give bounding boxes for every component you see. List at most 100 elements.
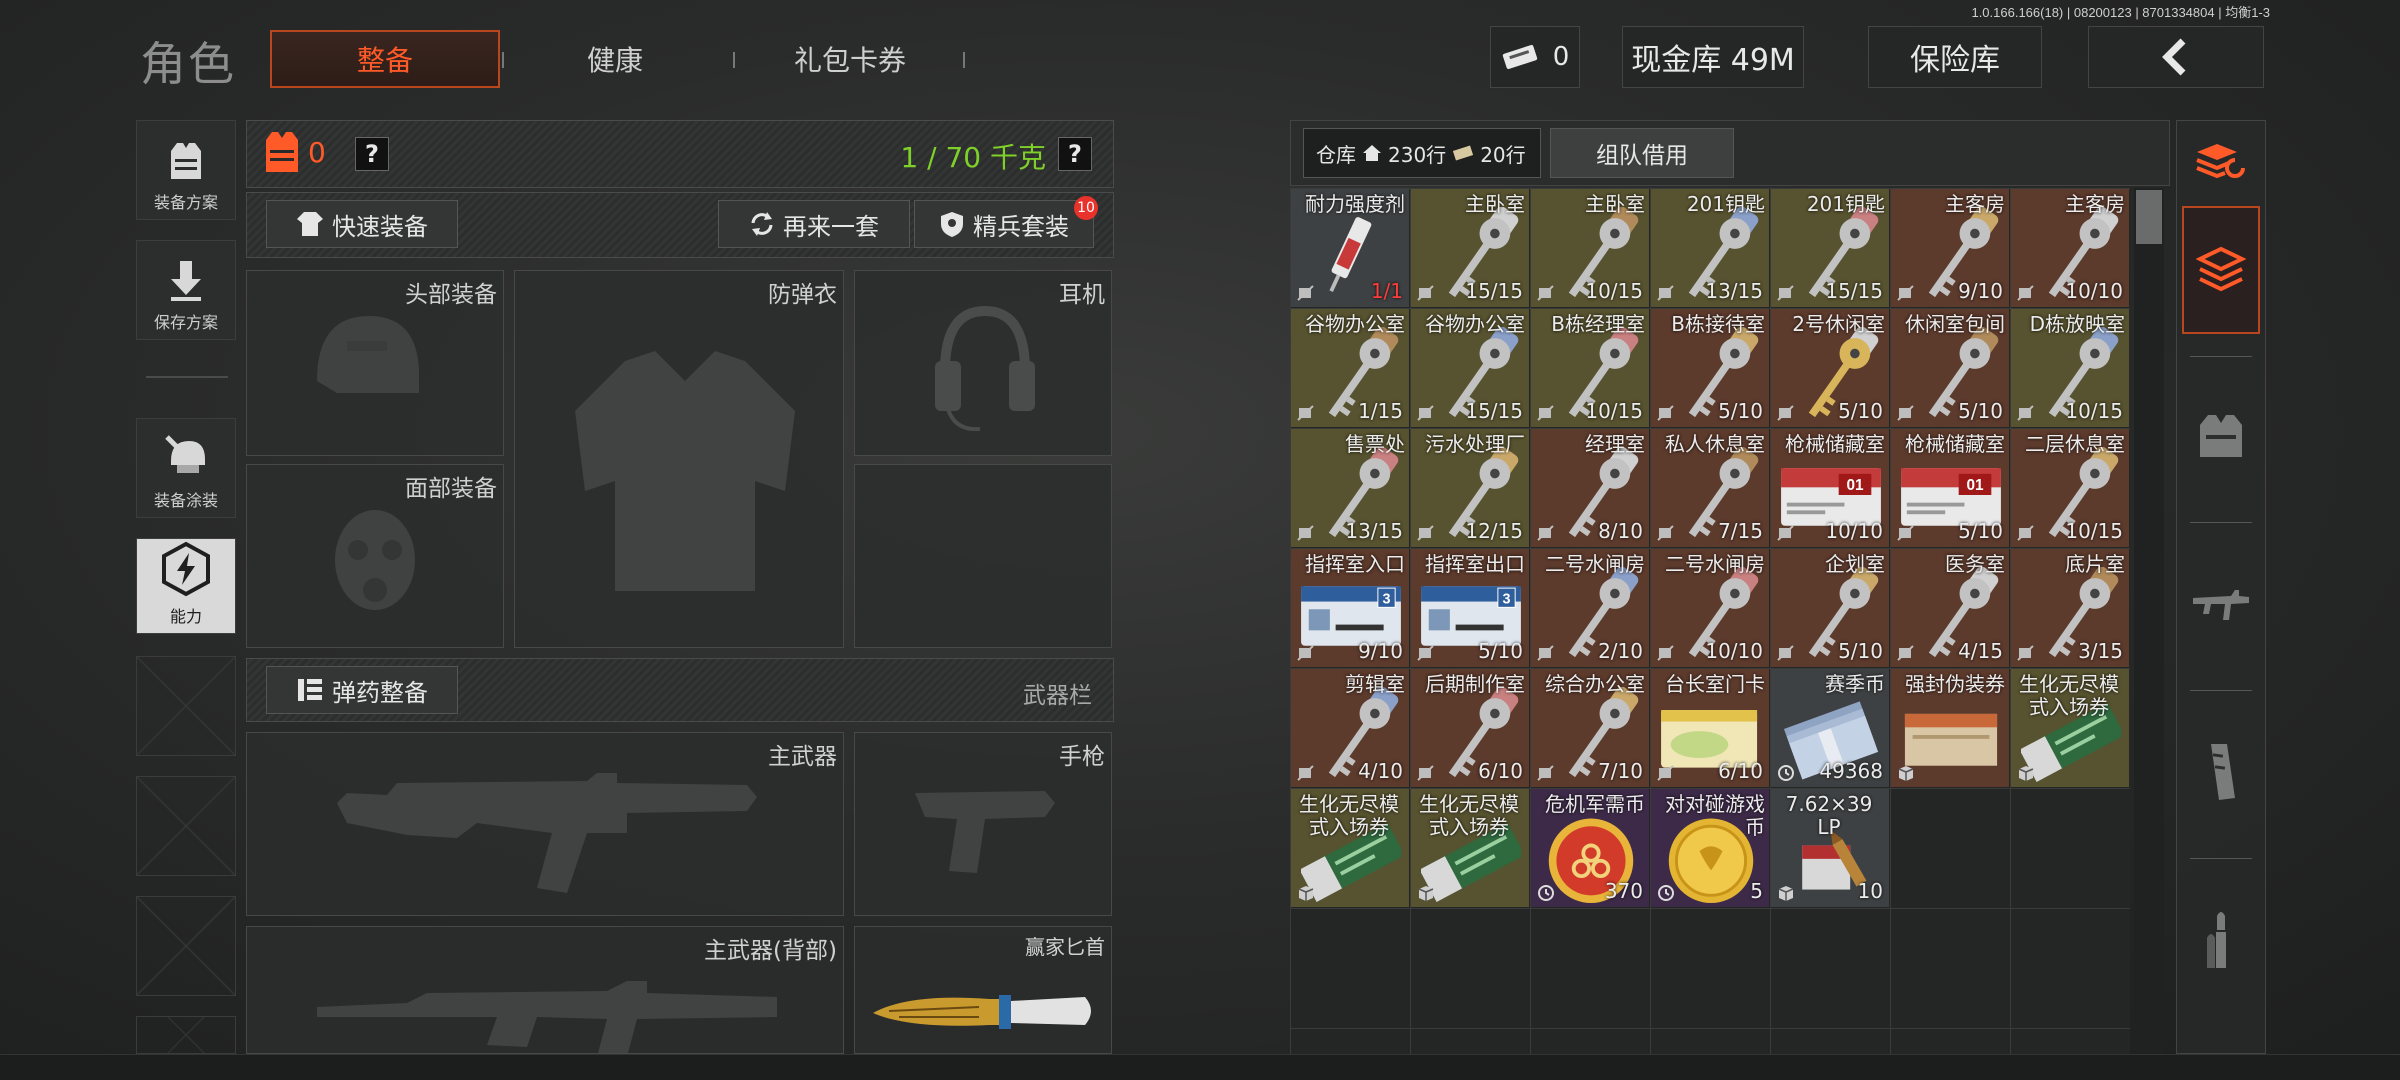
item-name: 201钥匙: [1806, 192, 1885, 216]
inventory-item[interactable]: 生化无尽模式入场券: [1291, 789, 1409, 907]
again-set-button[interactable]: 再来一套: [718, 200, 910, 248]
primary-weapon-back-slot[interactable]: 主武器(背部): [246, 926, 844, 1057]
inventory-item[interactable]: 二号水闸房 2/10: [1531, 549, 1649, 667]
category-ammo[interactable]: [2182, 880, 2260, 1000]
inventory-item[interactable]: 台长室门卡 6/10: [1651, 669, 1769, 787]
sidebar-item-label: 装备方案: [153, 193, 218, 212]
inventory-item[interactable]: 私人休息室 7/15: [1651, 429, 1769, 547]
inventory-item[interactable]: 指挥室出口 3 5/10: [1411, 549, 1529, 667]
clock-icon: [1538, 885, 1554, 901]
inventory-item[interactable]: 指挥室入口 3 9/10: [1291, 549, 1409, 667]
quick-equip-button[interactable]: 快速装备: [266, 200, 458, 248]
help-button[interactable]: ?: [355, 137, 389, 171]
back-button[interactable]: [2088, 26, 2264, 88]
inventory-item[interactable]: D栋放映室 10/15: [2011, 309, 2129, 427]
warehouse-tab[interactable]: 仓库 230行 20行: [1303, 128, 1541, 178]
inventory-item[interactable]: 赛季币 49368: [1771, 669, 1889, 787]
slot-label: 防弹衣: [768, 282, 837, 308]
inventory-item[interactable]: 售票处 13/15: [1291, 429, 1409, 547]
inventory-item[interactable]: 医务室 4/15: [1891, 549, 2009, 667]
inventory-item[interactable]: 剪辑室 4/10: [1291, 669, 1409, 787]
inventory-item[interactable]: 二层休息室 10/15: [2011, 429, 2129, 547]
bind-mark-icon: [1417, 285, 1434, 301]
inventory-item[interactable]: 二号水闸房 10/10: [1651, 549, 1769, 667]
category-divider: [2190, 690, 2252, 691]
inventory-item[interactable]: 201钥匙 15/15: [1771, 189, 1889, 307]
inventory-item[interactable]: 后期制作室 6/10: [1411, 669, 1529, 787]
bind-mark-icon: [1297, 645, 1314, 661]
pistol-slot[interactable]: 手枪: [854, 732, 1112, 916]
category-magazines[interactable]: [2182, 712, 2260, 832]
item-name: 综合办公室: [1545, 672, 1645, 696]
ticket-counter[interactable]: 0: [1490, 26, 1580, 88]
inventory-item[interactable]: 经理室 8/10: [1531, 429, 1649, 547]
earphone-slot[interactable]: 耳机: [854, 270, 1112, 456]
inventory-item[interactable]: 生化无尽模式入场券: [1411, 789, 1529, 907]
inventory-item[interactable]: 耐力强度剂 1/1: [1291, 189, 1409, 307]
category-all[interactable]: [2182, 124, 2260, 204]
elite-set-label: 精兵套装: [973, 212, 1069, 241]
tab-gift-coupons[interactable]: 礼包卡券: [760, 30, 940, 88]
helmet-icon: [317, 316, 419, 393]
team-borrow-button[interactable]: 组队借用: [1550, 128, 1734, 178]
item-name: 剪辑室: [1345, 672, 1405, 696]
notification-badge: 10: [1074, 196, 1098, 220]
item-count: 4/15: [1958, 639, 2003, 663]
inventory-item[interactable]: 枪械储藏室 01 10/10: [1771, 429, 1889, 547]
bind-mark-icon: [1297, 525, 1314, 541]
ammo-prep-button[interactable]: 弹药整备: [266, 666, 458, 714]
inventory-item[interactable]: 休闲室包间 5/10: [1891, 309, 2009, 427]
inventory-item[interactable]: 生化无尽模式入场券: [2011, 669, 2129, 787]
inventory-item[interactable]: 底片室 3/15: [2011, 549, 2129, 667]
inventory-item[interactable]: 201钥匙 13/15: [1651, 189, 1769, 307]
inventory-item[interactable]: 污水处理厂 12/15: [1411, 429, 1529, 547]
weight-help-button[interactable]: ?: [1058, 137, 1092, 171]
inventory-item[interactable]: 2号休闲室 5/10: [1771, 309, 1889, 427]
category-divider: [2190, 522, 2252, 523]
scrollbar-thumb[interactable]: [2136, 190, 2162, 244]
inventory-item[interactable]: 对对碰游戏币 5: [1651, 789, 1769, 907]
warehouse-rows-a: 230行: [1388, 142, 1447, 167]
inventory-item[interactable]: 主客房 10/10: [2011, 189, 2129, 307]
item-name: 医务室: [1945, 552, 2005, 576]
item-name: 201钥匙: [1686, 192, 1765, 216]
empty-gear-slot: [854, 464, 1112, 648]
cash-vault-button[interactable]: 现金库 49M: [1622, 26, 1804, 88]
inventory-item[interactable]: 主卧室 15/15: [1411, 189, 1529, 307]
scrollbar-track[interactable]: [2134, 188, 2164, 1054]
body-armor-slot[interactable]: 防弹衣: [514, 270, 844, 648]
inventory-item[interactable]: 谷物办公室 1/15: [1291, 309, 1409, 427]
inventory-item[interactable]: 强封伪装券: [1891, 669, 2009, 787]
category-layers[interactable]: [2182, 206, 2260, 334]
bind-mark-icon: [1657, 285, 1674, 301]
inventory-item[interactable]: 综合办公室 7/10: [1531, 669, 1649, 787]
tab-gear[interactable]: 整备: [270, 30, 500, 88]
empty-slot: [136, 1016, 236, 1054]
sidebar-item-label: 装备涂装: [153, 491, 218, 510]
head-gear-slot[interactable]: 头部装备: [246, 270, 504, 456]
inventory-item[interactable]: 谷物办公室 15/15: [1411, 309, 1529, 427]
inventory-item[interactable]: B栋经理室 10/15: [1531, 309, 1649, 427]
inventory-item[interactable]: 危机军需币 370: [1531, 789, 1649, 907]
inventory-item[interactable]: 枪械储藏室 01 5/10: [1891, 429, 2009, 547]
sidebar-item-gear-paint[interactable]: 装备涂装: [136, 418, 236, 518]
inventory-item[interactable]: 主卧室 10/15: [1531, 189, 1649, 307]
category-weapons[interactable]: [2182, 544, 2260, 664]
inventory-item[interactable]: 企划室 5/10: [1771, 549, 1889, 667]
item-name: B栋接待室: [1671, 312, 1765, 336]
item-count: 5/10: [1838, 639, 1883, 663]
safe-vault-button[interactable]: 保险库: [1868, 26, 2042, 88]
bind-mark-icon: [1777, 405, 1794, 421]
inventory-item[interactable]: B栋接待室 5/10: [1651, 309, 1769, 427]
tab-health[interactable]: 健康: [530, 30, 700, 88]
primary-weapon-slot[interactable]: 主武器: [246, 732, 844, 916]
inventory-item[interactable]: 主客房 9/10: [1891, 189, 2009, 307]
sidebar-item-ability[interactable]: 能力: [136, 538, 236, 634]
inventory-item[interactable]: 7.62×39 LP 10: [1771, 789, 1889, 907]
elite-set-button[interactable]: 精兵套装: [914, 200, 1094, 248]
melee-slot[interactable]: 赢家匕首: [854, 926, 1112, 1054]
sidebar-item-save-plan[interactable]: 保存方案: [136, 240, 236, 340]
sidebar-item-gear-plan[interactable]: 装备方案: [136, 120, 236, 220]
category-armor[interactable]: [2182, 376, 2260, 496]
face-gear-slot[interactable]: 面部装备: [246, 464, 504, 648]
